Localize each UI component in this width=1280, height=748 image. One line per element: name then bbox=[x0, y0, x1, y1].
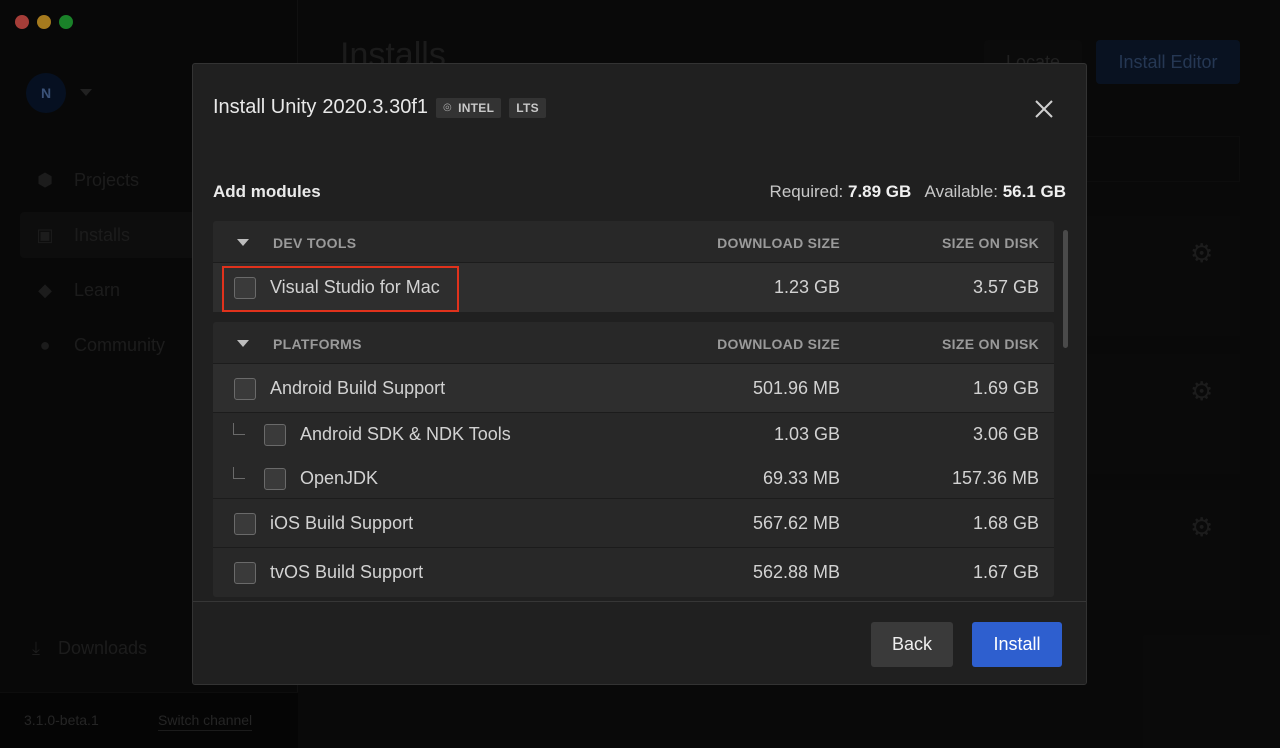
column-download-size: DOWNLOAD SIZE bbox=[717, 235, 840, 251]
module-checkbox[interactable] bbox=[234, 277, 256, 299]
module-row-openjdk[interactable]: OpenJDK 69.33 MB 157.36 MB bbox=[213, 457, 1054, 499]
chip-icon: ◎ bbox=[443, 102, 453, 113]
available-value: 56.1 GB bbox=[1002, 182, 1066, 201]
disk-size: 3.06 GB bbox=[972, 424, 1039, 444]
required-label: Required: bbox=[769, 182, 844, 201]
scrollbar-thumb[interactable] bbox=[1063, 230, 1068, 348]
module-checkbox[interactable] bbox=[264, 424, 286, 446]
install-modules-dialog: Install Unity 2020.3.30f1 ◎ INTEL LTS Ad… bbox=[192, 63, 1087, 685]
column-size-on-disk: SIZE ON DISK bbox=[942, 336, 1039, 352]
module-name: Android SDK & NDK Tools bbox=[300, 424, 511, 444]
intel-badge: ◎ INTEL bbox=[436, 97, 502, 118]
tree-connector-icon bbox=[233, 423, 245, 435]
download-size: 69.33 MB bbox=[762, 468, 840, 488]
disk-size: 157.36 MB bbox=[951, 468, 1039, 488]
module-name: OpenJDK bbox=[300, 468, 379, 488]
section-dev-tools: DEV TOOLS DOWNLOAD SIZE SIZE ON DISK Vis… bbox=[213, 221, 1054, 312]
download-size: 1.03 GB bbox=[773, 424, 840, 444]
collapse-triangle-icon[interactable] bbox=[237, 239, 249, 246]
modules-list[interactable]: DEV TOOLS DOWNLOAD SIZE SIZE ON DISK Vis… bbox=[213, 221, 1054, 601]
disk-size: 3.57 GB bbox=[972, 277, 1039, 297]
module-row-android-build-support[interactable]: Android Build Support 501.96 MB 1.69 GB bbox=[213, 364, 1054, 413]
required-value: 7.89 GB bbox=[848, 182, 912, 201]
install-button[interactable]: Install bbox=[972, 622, 1062, 667]
lts-badge: LTS bbox=[509, 97, 546, 118]
column-download-size: DOWNLOAD SIZE bbox=[717, 336, 840, 352]
close-icon bbox=[1035, 100, 1053, 118]
module-row-ios-build-support[interactable]: iOS Build Support 567.62 MB 1.68 GB bbox=[213, 499, 1054, 548]
module-name: Android Build Support bbox=[270, 378, 446, 398]
back-button[interactable]: Back bbox=[871, 622, 953, 667]
section-platforms: PLATFORMS DOWNLOAD SIZE SIZE ON DISK And… bbox=[213, 322, 1054, 597]
module-name: tvOS Build Support bbox=[270, 562, 424, 582]
section-header[interactable]: DEV TOOLS DOWNLOAD SIZE SIZE ON DISK bbox=[213, 221, 1054, 263]
download-size: 562.88 MB bbox=[752, 562, 840, 582]
module-checkbox[interactable] bbox=[234, 378, 256, 400]
module-checkbox[interactable] bbox=[234, 562, 256, 584]
module-name: Visual Studio for Mac bbox=[270, 277, 440, 297]
collapse-triangle-icon[interactable] bbox=[237, 340, 249, 347]
download-size: 501.96 MB bbox=[752, 378, 840, 398]
download-size: 567.62 MB bbox=[752, 513, 840, 533]
dialog-title-prefix: Install Unity bbox=[213, 96, 317, 118]
module-checkbox[interactable] bbox=[264, 468, 286, 490]
badge-label: INTEL bbox=[458, 100, 495, 115]
module-name: iOS Build Support bbox=[270, 513, 414, 533]
section-name: DEV TOOLS bbox=[273, 235, 357, 251]
section-name: PLATFORMS bbox=[273, 336, 362, 352]
disk-size: 1.69 GB bbox=[972, 378, 1039, 398]
close-dialog-button[interactable] bbox=[1029, 94, 1059, 124]
section-header[interactable]: PLATFORMS DOWNLOAD SIZE SIZE ON DISK bbox=[213, 322, 1054, 364]
tree-connector-icon bbox=[233, 467, 245, 479]
download-size: 1.23 GB bbox=[773, 277, 840, 297]
column-size-on-disk: SIZE ON DISK bbox=[942, 235, 1039, 251]
unity-version: 2020.3.30f1 bbox=[322, 96, 429, 118]
module-row-visual-studio-for-mac[interactable]: Visual Studio for Mac 1.23 GB 3.57 GB bbox=[213, 263, 1054, 312]
disk-size: 1.67 GB bbox=[972, 562, 1039, 582]
badge-label: LTS bbox=[516, 100, 539, 115]
add-modules-heading: Add modules bbox=[213, 182, 321, 201]
module-row-android-sdk-ndk-tools[interactable]: Android SDK & NDK Tools 1.03 GB 3.06 GB bbox=[213, 413, 1054, 457]
space-summary: Required: 7.89 GB Available: 56.1 GB bbox=[770, 182, 1066, 202]
available-label: Available: bbox=[924, 182, 998, 201]
dialog-title: Install Unity 2020.3.30f1 ◎ INTEL LTS bbox=[213, 96, 546, 119]
dialog-footer: Back Install bbox=[193, 601, 1086, 684]
disk-size: 1.68 GB bbox=[972, 513, 1039, 533]
module-row-tvos-build-support[interactable]: tvOS Build Support 562.88 MB 1.67 GB bbox=[213, 548, 1054, 597]
module-checkbox[interactable] bbox=[234, 513, 256, 535]
